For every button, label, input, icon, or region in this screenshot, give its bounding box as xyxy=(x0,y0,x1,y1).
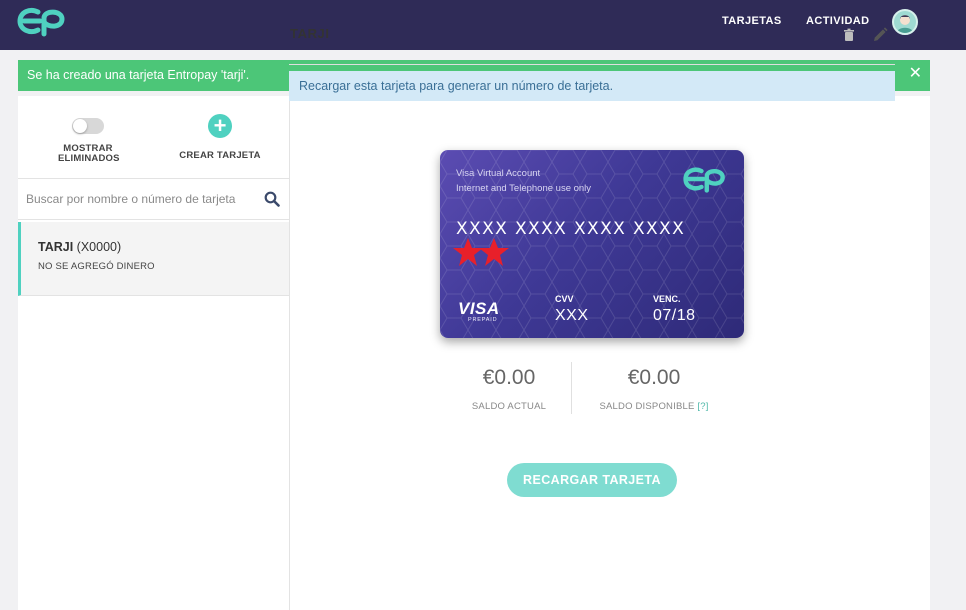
search-icon[interactable] xyxy=(264,191,280,207)
card-account-type: Visa Virtual Account xyxy=(456,168,541,179)
red-stars-redaction-icon xyxy=(453,238,509,266)
entropay-logo-icon[interactable] xyxy=(16,4,68,38)
help-link[interactable]: [?] xyxy=(697,401,708,412)
info-text: Recargar esta tarjeta para generar un nú… xyxy=(299,79,614,93)
search-input[interactable] xyxy=(26,189,258,209)
card-usage-note: Internet and Telephone use only xyxy=(456,183,592,194)
list-item[interactable]: TARJI (X0000) NO SE AGREGÓ DINERO xyxy=(18,222,289,296)
toggle-switch[interactable] xyxy=(72,118,104,134)
page-title: TARJI xyxy=(290,26,330,41)
expiry-label: VENC. xyxy=(653,294,681,304)
current-balance-label: SALDO ACTUAL xyxy=(471,401,547,412)
create-card-label: CREAR TARJETA xyxy=(179,150,261,161)
show-deleted-label-line2: ELIMINADOS xyxy=(58,153,120,164)
visa-prepaid-label: PREPAID xyxy=(468,317,498,323)
card-item-status: NO SE AGREGÓ DINERO xyxy=(38,261,155,272)
nav-cards-link[interactable]: TARJETAS xyxy=(722,15,782,27)
balance-divider xyxy=(571,362,572,414)
available-balance-label-text: SALDO DISPONIBLE xyxy=(599,401,695,412)
cvv-value: XXX xyxy=(555,307,589,324)
card-item-title: TARJI xyxy=(38,240,74,254)
pencil-icon[interactable] xyxy=(872,27,888,43)
card-item-suffix: (X0000) xyxy=(76,240,122,254)
divider xyxy=(289,64,895,65)
expiry-value: 07/18 xyxy=(653,307,696,324)
close-icon[interactable]: ✕ xyxy=(909,66,922,82)
available-balance: €0.00 SALDO DISPONIBLE [?] xyxy=(584,366,724,412)
cards-sidebar: MOSTRAR ELIMINADOS + CREAR TARJETA TARJI… xyxy=(18,96,290,610)
toggle-knob xyxy=(73,119,87,133)
avatar-figure-icon xyxy=(897,15,913,33)
available-balance-label: SALDO DISPONIBLE [?] xyxy=(584,401,724,412)
top-navbar: TARJETAS ACTIVIDAD xyxy=(0,0,966,50)
alert-message: Se ha creado una tarjeta Entropay 'tarji… xyxy=(27,68,250,82)
topup-card-button[interactable]: RECARGAR TARJETA xyxy=(507,463,677,497)
user-avatar-icon[interactable] xyxy=(892,9,918,35)
create-card-button[interactable]: + CREAR TARJETA xyxy=(174,114,266,161)
trash-icon[interactable] xyxy=(842,28,856,42)
current-balance-amount: €0.00 xyxy=(482,366,536,389)
card-item-name: TARJI (X0000) xyxy=(38,240,121,254)
search-box xyxy=(18,178,289,220)
entropay-logo-icon xyxy=(683,167,725,193)
available-balance-amount: €0.00 xyxy=(627,366,681,389)
show-deleted-label: MOSTRAR ELIMINADOS xyxy=(58,144,120,164)
visa-logo: VISA xyxy=(458,299,500,318)
plus-circle-icon[interactable]: + xyxy=(208,114,232,138)
cvv-label: CVV xyxy=(555,294,574,304)
show-deleted-toggle[interactable]: MOSTRAR ELIMINADOS xyxy=(58,118,120,164)
nav-activity-link[interactable]: ACTIVIDAD xyxy=(806,15,870,27)
current-balance: €0.00 SALDO ACTUAL xyxy=(439,366,579,412)
virtual-card: Visa Virtual Account Internet and Teleph… xyxy=(440,150,744,338)
info-banner: Recargar esta tarjeta para generar un nú… xyxy=(289,71,895,101)
